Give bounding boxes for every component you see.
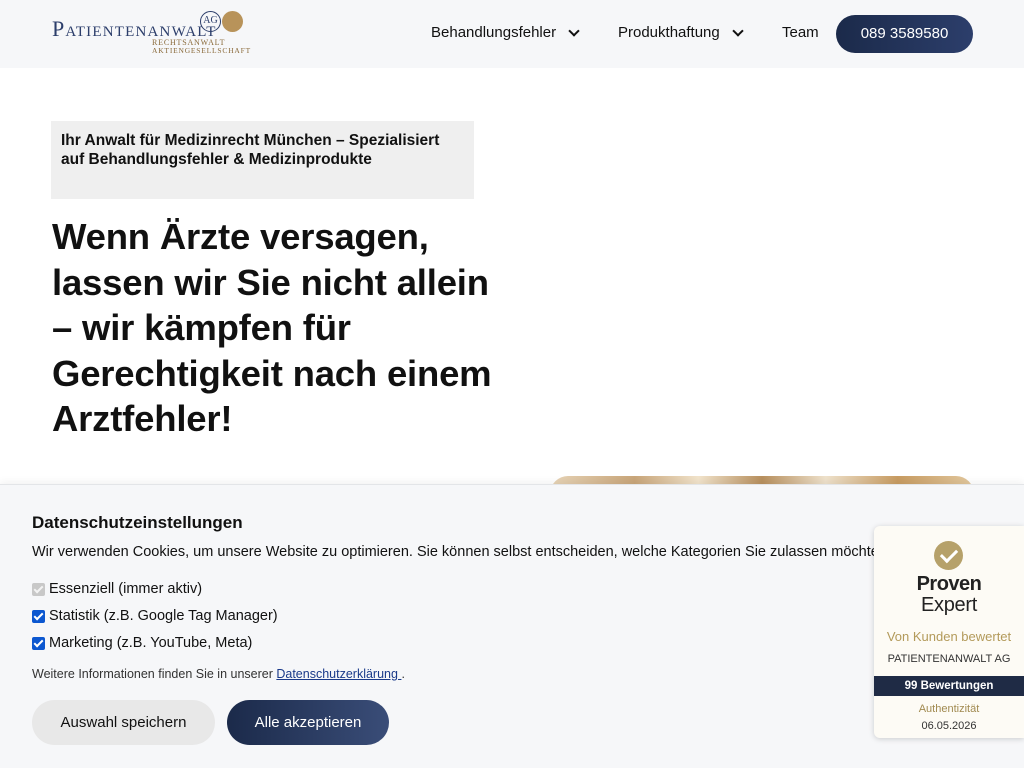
chevron-down-icon xyxy=(568,24,580,37)
cookie-banner: Datenschutzeinstellungen Wir verwenden C… xyxy=(0,484,1024,768)
check-icon xyxy=(934,541,963,570)
cookie-info: Weitere Informationen finden Sie in unse… xyxy=(32,667,405,681)
phone-button[interactable]: 089 3589580 xyxy=(836,15,973,53)
hero-tagline: Ihr Anwalt für Medizinrecht München – Sp… xyxy=(51,121,474,199)
cookie-option-label: Essenziell (immer aktiv) xyxy=(49,581,203,597)
provenexpert-brand-line2: Expert xyxy=(920,594,977,616)
provenexpert-authenticity: Authentizität xyxy=(918,703,980,715)
checkbox-essential xyxy=(32,582,45,596)
provenexpert-date: 06.05.2026 xyxy=(921,720,977,732)
provenexpert-review-count: 99 Bewertungen xyxy=(874,676,1024,696)
nav-item-team[interactable]: Team xyxy=(782,24,819,41)
logo-subline-2: AKTIENGESELLSCHAFT xyxy=(152,46,251,55)
nav-item-label: Produkthaftung xyxy=(618,24,720,41)
hero-headline: Wenn Ärzte versagen, lassen wir Sie nich… xyxy=(52,216,492,439)
cookie-option-statistics[interactable]: Statistik (z.B. Google Tag Manager) xyxy=(32,608,278,624)
checkbox-statistics[interactable] xyxy=(32,609,45,623)
nav-item-label: Team xyxy=(782,24,819,41)
cookie-option-essential: Essenziell (immer aktiv) xyxy=(32,581,202,597)
provenexpert-rated: Von Kunden bewertet xyxy=(886,629,1012,644)
cookie-option-label: Statistik (z.B. Google Tag Manager) xyxy=(49,608,278,624)
provenexpert-badge[interactable]: Proven Expert Von Kunden bewertet PATIEN… xyxy=(874,526,1024,738)
privacy-policy-link[interactable]: Datenschutzerklärung xyxy=(276,667,401,681)
cookie-option-marketing[interactable]: Marketing (z.B. YouTube, Meta) xyxy=(32,635,252,651)
logo-ag-badge: AG xyxy=(200,11,221,32)
cookie-description: Wir verwenden Cookies, um unsere Website… xyxy=(32,544,891,560)
logo[interactable]: Patientenanwalt AG RECHTSANWALT AKTIENGE… xyxy=(52,10,267,56)
provenexpert-company: PATIENTENANWALT AG xyxy=(887,653,1011,665)
save-selection-button[interactable]: Auswahl speichern xyxy=(32,700,215,745)
cookie-info-suffix: . xyxy=(401,667,405,681)
site-header: Patientenanwalt AG RECHTSANWALT AKTIENGE… xyxy=(0,0,1024,68)
provenexpert-brand-line1: Proven xyxy=(916,573,982,595)
accept-all-button[interactable]: Alle akzeptieren xyxy=(227,700,389,745)
nav-item-produkthaftung[interactable]: Produkthaftung xyxy=(618,24,744,41)
cookie-info-prefix: Weitere Informationen finden Sie in unse… xyxy=(32,667,277,681)
checkbox-marketing[interactable] xyxy=(32,636,45,650)
nav-item-label: Behandlungsfehler xyxy=(431,24,557,41)
nav-item-behandlungsfehler[interactable]: Behandlungsfehler xyxy=(431,24,580,41)
cookie-title: Datenschutzeinstellungen xyxy=(32,513,243,532)
chevron-down-icon xyxy=(732,24,744,37)
cookie-option-label: Marketing (z.B. YouTube, Meta) xyxy=(49,635,253,651)
logo-leaf-icon xyxy=(222,11,243,32)
